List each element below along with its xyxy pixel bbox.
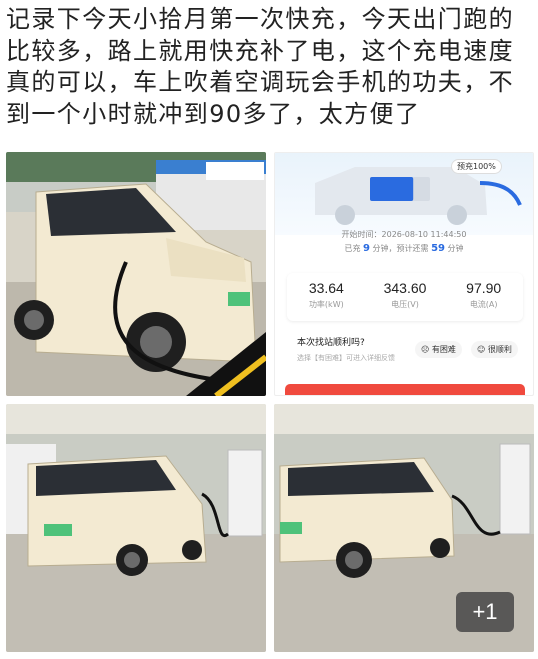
photo-car-charging-2-image [6,404,266,652]
current-label: 电流(A) [469,300,498,309]
smooth-label: 很顺利 [487,345,512,354]
stat-current: 97.90 电流(A) [444,273,523,321]
post-text: 记录下今天小拾月第一次快充，今天出门跑的比较多，路上就用快充补了电，这个充电速度… [6,5,514,128]
survey-question: 本次找站顺利吗? [297,338,365,348]
remaining-minutes: 59 [431,243,445,254]
stat-power: 33.64 功率(kW) [287,273,366,321]
power-label: 功率(kW) [308,300,344,309]
station-survey: 本次找站顺利吗? 选择【有困难】可进入详细反馈 ☹ 有困难 ☺ 很顺利 [287,331,523,371]
smooth-button[interactable]: ☺ 很顺利 [471,341,518,358]
face-smile-icon: ☺ [477,345,486,354]
power-value: 33.64 [308,280,344,296]
charging-header: 预充100% [275,153,533,235]
current-value: 97.90 [466,280,502,296]
charging-stats: 33.64 功率(kW) 343.60 电压(V) 97.90 电流(A) [287,273,523,321]
charged-minutes: 9 [363,243,370,254]
photo-car-charging-1-image [6,152,266,396]
difficult-button[interactable]: ☹ 有困难 [415,341,462,358]
photo-car-charging-2[interactable] [6,404,266,652]
stat-voltage: 343.60 电压(V) [366,273,445,321]
charging-screenshot[interactable]: 预充100% 开始时间：2026-08-10 11:44:50 已充 9 分钟，… [274,152,534,396]
photo-car-charging-1[interactable] [6,152,266,396]
full-charge-badge: 预充100% [451,159,502,174]
charged-label: 已充 [344,244,361,253]
start-time: 开始时间：2026-08-10 11:44:50 [341,230,467,239]
survey-subtitle: 选择【有困难】可进入详细反馈 [297,354,395,362]
voltage-label: 电压(V) [391,300,419,309]
voltage-value: 343.60 [383,280,427,296]
face-sad-icon: ☹ [421,345,430,354]
more-photos-badge[interactable]: +1 [456,592,514,632]
difficult-label: 有困难 [431,345,456,354]
action-bar[interactable] [285,384,525,395]
remaining-label: 分钟，预计还需 [372,244,429,253]
charge-duration: 已充 9 分钟，预计还需 59 分钟 [275,243,533,254]
minutes-unit: 分钟 [447,244,464,253]
